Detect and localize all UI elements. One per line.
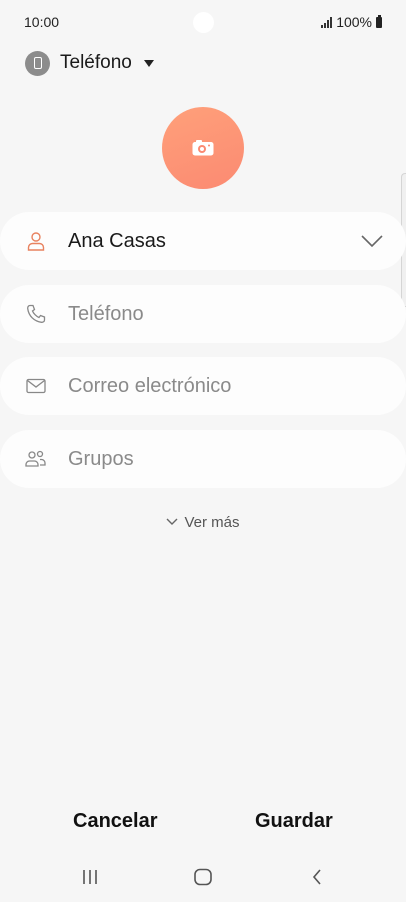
signal-icon xyxy=(321,16,333,28)
groups-icon xyxy=(25,448,47,470)
phone-account-icon xyxy=(25,50,50,76)
camera-icon xyxy=(192,140,214,156)
groups-placeholder: Grupos xyxy=(68,447,134,470)
status-icons: 100% xyxy=(321,14,382,30)
home-icon[interactable] xyxy=(191,866,215,888)
name-value: Ana Casas xyxy=(68,229,166,252)
phone-field[interactable]: Teléfono xyxy=(0,285,406,343)
front-camera xyxy=(193,12,214,33)
contact-photo-button[interactable] xyxy=(162,107,244,189)
email-field[interactable]: Correo electrónico xyxy=(0,357,406,415)
name-field[interactable]: Ana Casas xyxy=(0,212,406,270)
recents-icon[interactable] xyxy=(78,866,102,888)
email-placeholder: Correo electrónico xyxy=(68,374,232,397)
account-label: Teléfono xyxy=(60,52,132,73)
person-icon xyxy=(25,230,47,252)
battery-icon xyxy=(376,14,382,28)
expand-name-chevron-icon[interactable] xyxy=(361,230,383,252)
view-more-label: Ver más xyxy=(184,513,240,531)
navigation-bar xyxy=(0,850,406,902)
status-time: 10:00 xyxy=(24,14,60,30)
cancel-button[interactable]: Cancelar xyxy=(73,810,158,833)
groups-field[interactable]: Grupos xyxy=(0,430,406,488)
save-button[interactable]: Guardar xyxy=(255,810,333,833)
battery-percent: 100% xyxy=(336,14,372,30)
status-bar: 10:00 100% xyxy=(0,0,406,44)
chevron-down-icon xyxy=(166,518,178,525)
dropdown-arrow-icon xyxy=(143,59,154,67)
view-more-button[interactable]: Ver más xyxy=(0,511,406,533)
phone-placeholder: Teléfono xyxy=(68,302,144,325)
phone-icon xyxy=(25,303,47,325)
account-selector[interactable]: Teléfono xyxy=(25,50,154,76)
back-icon[interactable] xyxy=(305,866,329,888)
email-icon xyxy=(25,375,47,397)
